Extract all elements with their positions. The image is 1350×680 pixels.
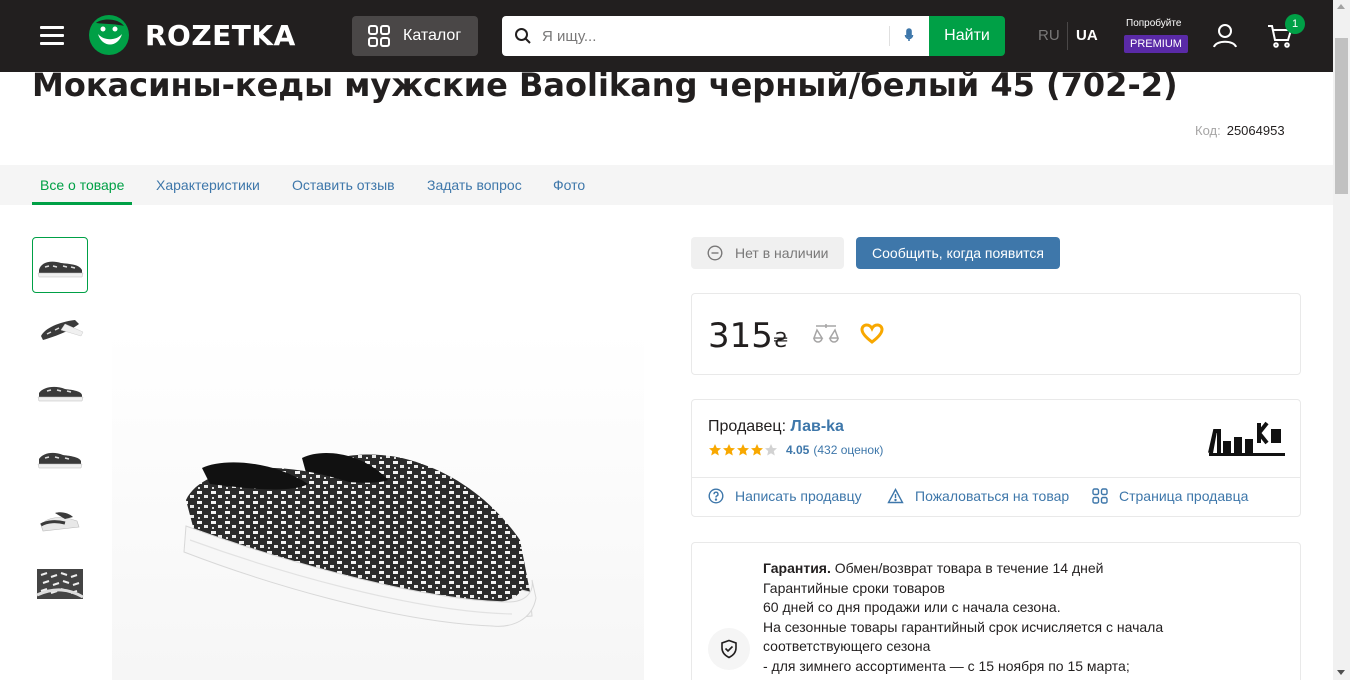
tab-ask-question[interactable]: Задать вопрос: [427, 177, 522, 193]
warranty-line-3: 60 дней со дня продажи или с начала сезо…: [763, 599, 1061, 615]
notify-when-available-button[interactable]: Сообщить, когда появится: [856, 237, 1060, 269]
seller-box: Продавец: Лав-ka 4.05 (432 оценок) Напис…: [691, 399, 1301, 517]
lang-divider: [1067, 22, 1068, 50]
shoe-thumbnail-image: [40, 512, 80, 532]
grid-icon: [368, 25, 390, 47]
scales-icon[interactable]: [813, 322, 839, 346]
star-filled-icon: [751, 444, 763, 456]
warranty-line-1: Гарантия. Обмен/возврат товара в течение…: [763, 559, 1183, 579]
product-code-value: 25064953: [1226, 123, 1285, 138]
logo-text: ROZETKA: [145, 18, 296, 52]
search-bar: [502, 16, 930, 56]
shoe-thumbnail-image: [37, 452, 83, 469]
scroll-up-arrow[interactable]: [1337, 4, 1345, 9]
product-title: Мокасины-кеды мужские Baolikang черный/б…: [32, 66, 1178, 104]
thumbnail-6[interactable]: [32, 556, 88, 612]
tab-photo[interactable]: Фото: [553, 177, 585, 193]
grid-icon: [1092, 488, 1108, 504]
thumbnail-2[interactable]: [32, 300, 88, 356]
header: ROZETKA Каталог Найти RU UA Попробуйте P…: [0, 0, 1333, 72]
question-circle-icon: [708, 488, 724, 504]
premium-badge[interactable]: PREMIUM: [1124, 35, 1188, 53]
warranty-line-6: - для зимнего ассортимента — с 15 ноября…: [763, 657, 1130, 674]
shield-check-icon: [721, 639, 737, 659]
write-seller-label: Написать продавцу: [735, 488, 862, 504]
rating-stars: [708, 443, 778, 457]
seller-name-link[interactable]: Лав-ka: [790, 418, 843, 435]
seller-page-link[interactable]: Страница продавца: [1092, 488, 1248, 504]
seller-label: Продавец:: [708, 418, 787, 435]
menu-icon[interactable]: [40, 26, 64, 46]
seller-page-label: Страница продавца: [1119, 488, 1249, 504]
heart-icon[interactable]: [860, 323, 884, 345]
seller-rating[interactable]: 4.05 (432 оценок): [708, 443, 883, 457]
seller-divider: [692, 477, 1300, 478]
shoe-thumbnail-image: [37, 386, 84, 402]
write-seller-link[interactable]: Написать продавцу: [708, 488, 862, 504]
warranty-icon-wrap: [708, 628, 750, 670]
search-input[interactable]: [542, 27, 872, 45]
search-icon: [515, 28, 531, 44]
product-tabs: Все о товаре Характеристики Оставить отз…: [0, 165, 1333, 205]
tab-characteristics[interactable]: Характеристики: [156, 177, 260, 193]
star-empty-icon: [765, 444, 777, 456]
warranty-box: Гарантия. Обмен/возврат товара в течение…: [691, 542, 1301, 680]
product-main-image[interactable]: [112, 330, 644, 680]
cart-count-badge: 1: [1285, 14, 1305, 34]
shoe-thumbnail-image: [37, 261, 84, 278]
thumbnail-4[interactable]: [32, 428, 88, 484]
premium-try-label: Попробуйте: [1126, 18, 1182, 29]
microphone-icon[interactable]: [902, 27, 916, 45]
price-currency: ₴: [772, 328, 789, 352]
lang-ru[interactable]: RU: [1038, 27, 1060, 44]
price-amount: 315: [708, 316, 773, 356]
minus-circle-icon: [707, 245, 723, 261]
scrollbar[interactable]: [1333, 0, 1350, 680]
active-tab-indicator: [32, 202, 132, 205]
warranty-title: Гарантия.: [763, 560, 831, 576]
catalog-button[interactable]: Каталог: [352, 16, 478, 56]
complain-product-label: Пожаловаться на товар: [915, 488, 1070, 504]
star-filled-icon: [737, 444, 749, 456]
complain-product-link[interactable]: Пожаловаться на товар: [887, 488, 1069, 504]
warranty-line-2: Гарантийные сроки товаров: [763, 579, 945, 596]
catalog-label: Каталог: [403, 27, 462, 44]
lang-ua[interactable]: UA: [1076, 27, 1098, 44]
tab-all-about[interactable]: Все о товаре: [40, 177, 124, 193]
thumbnail-5[interactable]: [32, 492, 88, 548]
scroll-down-arrow[interactable]: [1337, 670, 1345, 675]
stock-status-label: Нет в наличии: [735, 245, 829, 261]
star-filled-icon: [723, 444, 735, 456]
warning-icon: [887, 488, 904, 504]
thumbnail-3[interactable]: [32, 364, 88, 420]
warranty-line-5: соответствующего сезона: [763, 638, 931, 654]
logo[interactable]: ROZETKA: [88, 14, 296, 56]
price-box: 315₴: [691, 293, 1301, 375]
search-divider: [889, 26, 890, 46]
rating-score: 4.05: [786, 443, 810, 457]
warranty-text: Гарантия. Обмен/возврат товара в течение…: [763, 559, 1183, 676]
scroll-thumb[interactable]: [1335, 38, 1348, 194]
logo-icon: [89, 15, 129, 55]
search-button[interactable]: Найти: [929, 16, 1005, 56]
price: 315₴: [708, 316, 788, 356]
star-filled-icon: [709, 444, 721, 456]
warranty-return-text: Обмен/возврат товара в течение 14 дней: [834, 560, 1104, 576]
product-code-label: Код:: [1195, 123, 1221, 138]
seller-logo[interactable]: [1207, 417, 1287, 461]
seller-line: Продавец: Лав-ka: [708, 418, 844, 436]
rating-count: (432 оценок): [813, 443, 884, 457]
user-icon[interactable]: [1211, 22, 1239, 50]
product-code: Код: 25064953: [1195, 123, 1285, 138]
thumbnail-1[interactable]: [32, 237, 88, 293]
out-of-stock-status: Нет в наличии: [691, 237, 844, 269]
warranty-line-4: На сезонные товары гарантийный срок исчи…: [763, 618, 1164, 635]
tab-leave-review[interactable]: Оставить отзыв: [292, 177, 395, 193]
shoe-thumbnail-image: [41, 320, 84, 340]
shoe-thumbnail-image: [36, 569, 84, 599]
